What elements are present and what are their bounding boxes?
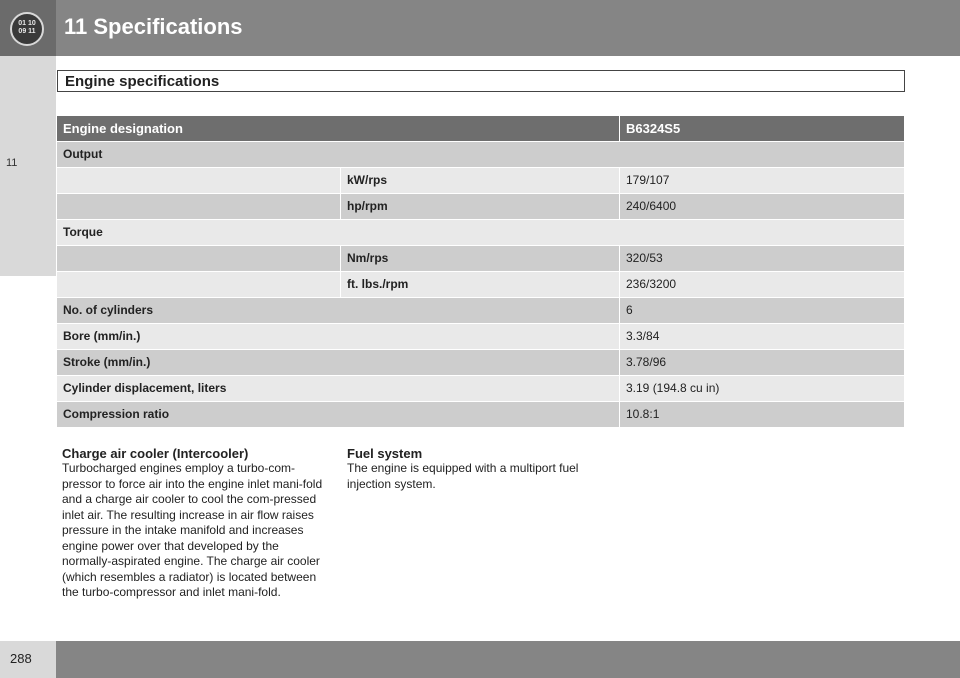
table-row-cylinders: No. of cylinders 6: [57, 298, 904, 324]
table-row-stroke: Stroke (mm/in.) 3.78/96: [57, 350, 904, 376]
page-number: 288: [10, 651, 32, 666]
table-header-row: Engine designation B6324S5: [57, 116, 904, 142]
displacement-value: 3.19 (194.8 cu in): [620, 376, 904, 401]
output-label: Output: [57, 142, 904, 167]
logo-text-line1: 01 10: [18, 20, 36, 27]
bore-value: 3.3/84: [620, 324, 904, 349]
table-row-hp: hp/rpm 240/6400: [57, 194, 904, 220]
kw-unit: kW/rps: [341, 168, 619, 193]
engine-spec-table: Engine designation B6324S5 Output kW/rps…: [57, 116, 904, 428]
fuel-system-body: The engine is equipped with a multiport …: [347, 461, 579, 491]
intercooler-body: Turbocharged engines employ a turbo-com-…: [62, 461, 323, 599]
compression-label: Compression ratio: [57, 402, 619, 427]
header-value-cell: B6324S5: [620, 116, 904, 141]
stroke-value: 3.78/96: [620, 350, 904, 375]
table-row-compression: Compression ratio 10.8:1: [57, 402, 904, 428]
intercooler-section: Charge air cooler (Intercooler) Turbocha…: [62, 447, 324, 601]
nm-unit: Nm/rps: [341, 246, 619, 271]
chapter-title: 11 Specifications: [64, 14, 243, 39]
bore-label: Bore (mm/in.): [57, 324, 619, 349]
header-label-cell: Engine designation: [57, 116, 619, 141]
hp-value: 240/6400: [620, 194, 904, 219]
table-row-displacement: Cylinder displacement, liters 3.19 (194.…: [57, 376, 904, 402]
table-row-nm: Nm/rps 320/53: [57, 246, 904, 272]
table-row-output: Output: [57, 142, 904, 168]
fuel-system-section: Fuel system The engine is equipped with …: [347, 447, 609, 492]
section-title-box: Engine specifications: [57, 70, 905, 92]
torque-label: Torque: [57, 220, 904, 245]
logo-text-line2: 09 11: [18, 28, 36, 35]
table-row-kw: kW/rps 179/107: [57, 168, 904, 194]
hp-unit: hp/rpm: [341, 194, 619, 219]
displacement-label: Cylinder displacement, liters: [57, 376, 619, 401]
intercooler-heading: Charge air cooler (Intercooler): [62, 446, 249, 461]
stroke-label: Stroke (mm/in.): [57, 350, 619, 375]
kw-value: 179/107: [620, 168, 904, 193]
table-row-bore: Bore (mm/in.) 3.3/84: [57, 324, 904, 350]
ftlbs-unit: ft. lbs./rpm: [341, 272, 619, 297]
table-row-ftlbs: ft. lbs./rpm 236/3200: [57, 272, 904, 298]
ftlbs-value: 236/3200: [620, 272, 904, 297]
side-tab-label: 11: [6, 157, 18, 169]
section-title: Engine specifications: [65, 73, 220, 90]
compression-value: 10.8:1: [620, 402, 904, 427]
chapter-logo-icon: 01 10 09 11: [10, 12, 44, 46]
cylinders-label: No. of cylinders: [57, 298, 619, 323]
table-row-torque: Torque: [57, 220, 904, 246]
footer-bar: [0, 641, 960, 678]
fuel-system-heading: Fuel system: [347, 446, 423, 461]
cylinders-value: 6: [620, 298, 904, 323]
nm-value: 320/53: [620, 246, 904, 271]
